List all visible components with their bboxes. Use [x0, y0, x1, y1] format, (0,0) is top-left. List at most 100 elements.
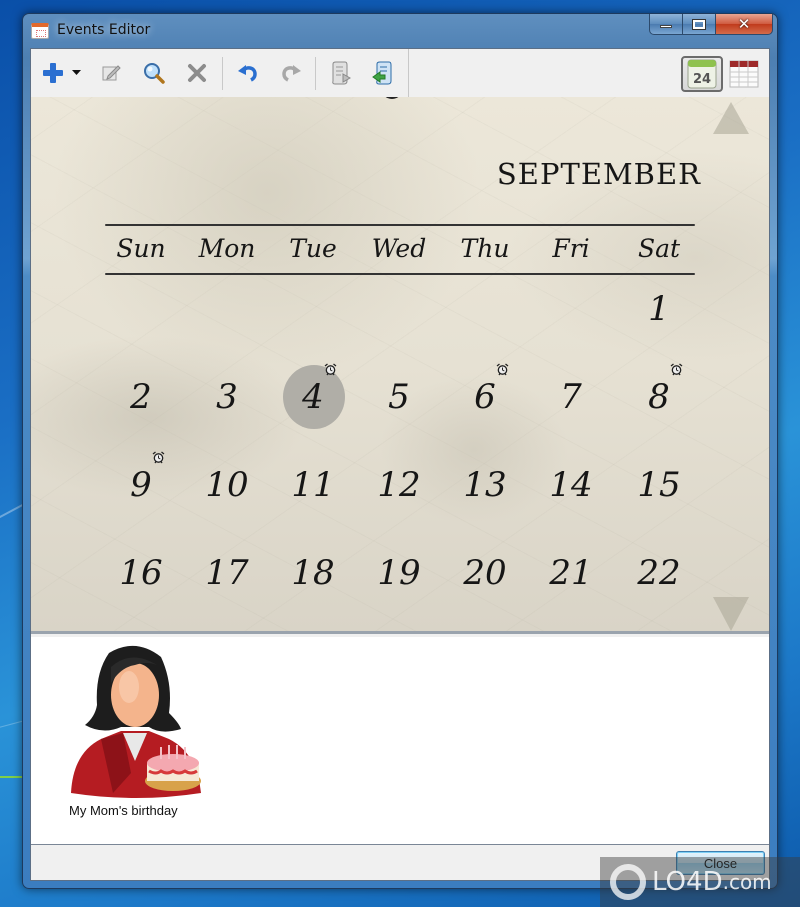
svg-text:24: 24 [693, 72, 711, 87]
maximize-button[interactable] [683, 14, 716, 35]
day-number: 4 [302, 377, 324, 417]
day-cell[interactable]: 6 [450, 363, 520, 427]
app-calendar-icon [31, 23, 49, 39]
add-dropdown-button[interactable] [69, 59, 83, 87]
scroll-import-icon [372, 61, 392, 85]
header-rule [105, 224, 695, 226]
search-button[interactable] [140, 59, 168, 87]
calendar-view-button[interactable]: 24 [681, 56, 723, 92]
day-cell[interactable]: 19 [364, 543, 434, 603]
day-number: 20 [463, 553, 507, 593]
client-area: 24 SEPTEMBER Sun Mon Tue Wed Thu Fri Sat 12345… [30, 48, 770, 881]
table-icon [729, 60, 759, 88]
weekday-label: Sat [637, 234, 681, 263]
calendar-24-icon: 24 [687, 59, 717, 89]
day-number: 8 [648, 377, 670, 417]
woman-with-birthday-cake-icon [71, 645, 201, 798]
events-editor-window: Events Editor ✕ 24 SEPTEMBER Sun Mon Tue… [22, 13, 778, 889]
day-number: 9 [130, 465, 152, 505]
weekday-label: Thu [460, 234, 510, 263]
day-number: 17 [205, 553, 249, 593]
month-calendar: SEPTEMBER Sun Mon Tue Wed Thu Fri Sat 12345678… [31, 97, 769, 634]
watermark-logo-icon [610, 864, 646, 900]
day-number: 1 [648, 289, 670, 329]
day-cell-selected[interactable]: 4 [278, 363, 348, 429]
event-label: My Mom's birthday [69, 803, 178, 818]
weekday-label: Mon [198, 234, 256, 263]
day-number: 22 [637, 553, 681, 593]
day-cell[interactable]: 17 [192, 543, 262, 603]
scroll-up-arrow-icon[interactable] [713, 102, 749, 134]
dropdown-arrow-icon [71, 70, 81, 75]
day-number: 13 [463, 465, 507, 505]
day-number: 19 [377, 553, 421, 593]
day-cell[interactable]: 1 [624, 279, 694, 339]
day-cell[interactable]: 5 [364, 367, 434, 427]
weekday-label: Fri [552, 234, 590, 263]
day-number: 10 [205, 465, 249, 505]
magnifier-icon [144, 63, 165, 84]
day-cell[interactable]: 18 [278, 543, 348, 603]
day-number: 5 [388, 377, 410, 417]
scroll-export-icon [332, 61, 351, 85]
undo-icon [238, 65, 257, 82]
redo-button[interactable] [277, 59, 305, 87]
day-cell[interactable]: 10 [192, 455, 262, 515]
weekday-label: Sun [116, 234, 166, 263]
day-cell[interactable]: 15 [624, 455, 694, 515]
day-number: 7 [560, 377, 582, 417]
maximize-icon [692, 18, 706, 30]
minimize-icon [660, 24, 672, 28]
undo-button[interactable] [234, 59, 262, 87]
window-title: Events Editor [57, 22, 151, 38]
desktop-decoration [0, 776, 22, 778]
day-cell[interactable]: 22 [624, 543, 694, 603]
day-cell[interactable]: 8 [624, 363, 694, 427]
day-number: 16 [119, 553, 163, 593]
plus-icon [43, 63, 63, 83]
alarm-clock-icon [496, 363, 509, 376]
close-window-button[interactable]: ✕ [716, 14, 773, 35]
watermark-text: LO4D [652, 867, 723, 897]
day-number: 6 [474, 377, 496, 417]
day-cell[interactable]: 20 [450, 543, 520, 603]
month-title: SEPTEMBER [496, 157, 701, 191]
event-item[interactable]: My Mom's birthday [61, 643, 211, 823]
edit-icon [102, 65, 121, 81]
day-number: 12 [377, 465, 421, 505]
day-number: 2 [130, 377, 152, 417]
day-cell[interactable]: 13 [450, 455, 520, 515]
delete-button[interactable] [183, 59, 211, 87]
alarm-clock-icon [670, 363, 683, 376]
alarm-clock-icon [152, 451, 165, 464]
watermark: LO4D .com [600, 857, 800, 907]
weekday-label: Tue [289, 234, 337, 263]
toolbar-actions-group [31, 49, 409, 97]
alarm-clock-icon [324, 363, 337, 376]
title-bar[interactable]: Events Editor ✕ [23, 14, 777, 48]
day-cell[interactable]: 3 [192, 367, 262, 427]
minimize-button[interactable] [649, 14, 683, 35]
day-number: 11 [291, 465, 335, 505]
import-button[interactable] [369, 59, 397, 87]
day-cell[interactable]: 9 [106, 451, 176, 515]
scroll-down-arrow-icon[interactable] [713, 597, 749, 631]
edit-button[interactable] [97, 59, 125, 87]
add-button[interactable] [39, 59, 67, 87]
day-number: 18 [291, 553, 335, 593]
delete-x-icon [188, 64, 206, 82]
day-cell[interactable]: 16 [106, 543, 176, 603]
day-cell[interactable]: 14 [536, 455, 606, 515]
previous-month-fragment [381, 97, 403, 99]
toolbar: 24 [31, 49, 769, 97]
day-cell[interactable]: 12 [364, 455, 434, 515]
day-cell[interactable]: 11 [278, 455, 348, 515]
day-cell[interactable]: 2 [106, 367, 176, 427]
day-cell[interactable]: 21 [536, 543, 606, 603]
day-cell[interactable]: 7 [536, 367, 606, 427]
export-button[interactable] [326, 59, 354, 87]
table-view-button[interactable] [723, 56, 765, 92]
day-number: 21 [549, 553, 593, 593]
day-number: 14 [549, 465, 593, 505]
caption-buttons: ✕ [649, 14, 773, 35]
